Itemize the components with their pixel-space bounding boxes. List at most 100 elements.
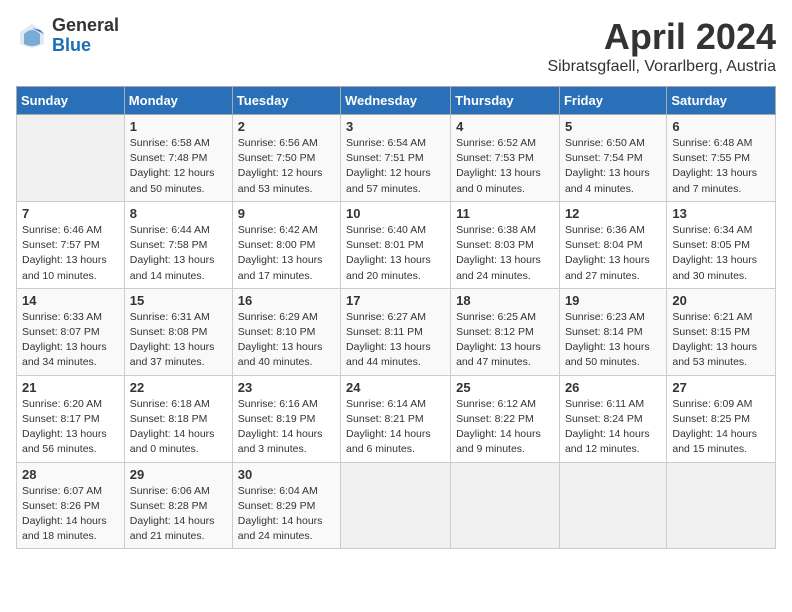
day-detail: Sunrise: 6:11 AM Sunset: 8:24 PM Dayligh…	[565, 397, 661, 458]
day-detail: Sunrise: 6:09 AM Sunset: 8:25 PM Dayligh…	[672, 397, 770, 458]
day-cell: 15Sunrise: 6:31 AM Sunset: 8:08 PM Dayli…	[124, 288, 232, 375]
day-detail: Sunrise: 6:44 AM Sunset: 7:58 PM Dayligh…	[130, 223, 227, 284]
logo-general-text: General	[52, 16, 119, 36]
day-cell: 13Sunrise: 6:34 AM Sunset: 8:05 PM Dayli…	[667, 201, 776, 288]
header-cell-wednesday: Wednesday	[341, 87, 451, 115]
day-detail: Sunrise: 6:38 AM Sunset: 8:03 PM Dayligh…	[456, 223, 554, 284]
day-detail: Sunrise: 6:21 AM Sunset: 8:15 PM Dayligh…	[672, 310, 770, 371]
week-row-2: 7 Sunrise: 6:46 AM Sunset: 7:57 PM Daylig…	[17, 201, 776, 288]
day-detail: Sunrise: 6:25 AM Sunset: 8:12 PM Dayligh…	[456, 310, 554, 371]
day-detail: Sunrise: 6:54 AM Sunset: 7:51 PM Dayligh…	[346, 136, 445, 197]
week-row-1: 1 Sunrise: 6:58 AM Sunset: 7:48 PM Daylig…	[17, 115, 776, 202]
day-number: 24	[346, 380, 445, 395]
day-cell: 21 Sunrise: 6:20 AM Sunset: 8:17 PM Dayli…	[17, 375, 125, 462]
day-number: 1	[130, 119, 227, 134]
day-cell: 23 Sunrise: 6:16 AM Sunset: 8:19 PM Dayli…	[232, 375, 340, 462]
day-number: 13	[672, 206, 770, 221]
day-number: 28	[22, 467, 119, 482]
header-cell-tuesday: Tuesday	[232, 87, 340, 115]
day-detail: Sunrise: 6:27 AM Sunset: 8:11 PM Dayligh…	[346, 310, 445, 371]
day-number: 8	[130, 206, 227, 221]
day-number: 23	[238, 380, 335, 395]
day-cell: 14Sunrise: 6:33 AM Sunset: 8:07 PM Dayli…	[17, 288, 125, 375]
week-row-5: 28 Sunrise: 6:07 AM Sunset: 8:26 PM Dayli…	[17, 462, 776, 549]
day-number: 9	[238, 206, 335, 221]
day-cell: 16 Sunrise: 6:29 AM Sunset: 8:10 PM Dayli…	[232, 288, 340, 375]
day-cell: 11 Sunrise: 6:38 AM Sunset: 8:03 PM Dayli…	[451, 201, 560, 288]
day-cell: 5 Sunrise: 6:50 AM Sunset: 7:54 PM Daylig…	[559, 115, 666, 202]
day-number: 19	[565, 293, 661, 308]
day-cell: 18Sunrise: 6:25 AM Sunset: 8:12 PM Dayli…	[451, 288, 560, 375]
header-cell-sunday: Sunday	[17, 87, 125, 115]
day-cell: 9 Sunrise: 6:42 AM Sunset: 8:00 PM Daylig…	[232, 201, 340, 288]
day-detail: Sunrise: 6:16 AM Sunset: 8:19 PM Dayligh…	[238, 397, 335, 458]
header-cell-monday: Monday	[124, 87, 232, 115]
day-number: 5	[565, 119, 661, 134]
day-number: 12	[565, 206, 661, 221]
day-cell: 20Sunrise: 6:21 AM Sunset: 8:15 PM Dayli…	[667, 288, 776, 375]
day-detail: Sunrise: 6:50 AM Sunset: 7:54 PM Dayligh…	[565, 136, 661, 197]
day-number: 29	[130, 467, 227, 482]
day-cell: 28 Sunrise: 6:07 AM Sunset: 8:26 PM Dayli…	[17, 462, 125, 549]
day-cell: 4Sunrise: 6:52 AM Sunset: 7:53 PM Daylig…	[451, 115, 560, 202]
day-detail: Sunrise: 6:56 AM Sunset: 7:50 PM Dayligh…	[238, 136, 335, 197]
day-number: 25	[456, 380, 554, 395]
calendar-subtitle: Sibratsgfaell, Vorarlberg, Austria	[547, 58, 776, 76]
day-number: 2	[238, 119, 335, 134]
calendar-body: 1 Sunrise: 6:58 AM Sunset: 7:48 PM Daylig…	[17, 115, 776, 549]
day-cell: 26 Sunrise: 6:11 AM Sunset: 8:24 PM Dayli…	[559, 375, 666, 462]
day-cell: 17Sunrise: 6:27 AM Sunset: 8:11 PM Dayli…	[341, 288, 451, 375]
day-cell	[17, 115, 125, 202]
day-detail: Sunrise: 6:06 AM Sunset: 8:28 PM Dayligh…	[130, 484, 227, 545]
day-detail: Sunrise: 6:33 AM Sunset: 8:07 PM Dayligh…	[22, 310, 119, 371]
day-number: 11	[456, 206, 554, 221]
day-cell: 2 Sunrise: 6:56 AM Sunset: 7:50 PM Daylig…	[232, 115, 340, 202]
day-detail: Sunrise: 6:23 AM Sunset: 8:14 PM Dayligh…	[565, 310, 661, 371]
day-cell: 30Sunrise: 6:04 AM Sunset: 8:29 PM Dayli…	[232, 462, 340, 549]
day-number: 6	[672, 119, 770, 134]
day-cell	[451, 462, 560, 549]
day-number: 10	[346, 206, 445, 221]
header-row: SundayMondayTuesdayWednesdayThursdayFrid…	[17, 87, 776, 115]
header-cell-friday: Friday	[559, 87, 666, 115]
week-row-4: 21 Sunrise: 6:20 AM Sunset: 8:17 PM Dayli…	[17, 375, 776, 462]
day-number: 4	[456, 119, 554, 134]
day-number: 16	[238, 293, 335, 308]
day-detail: Sunrise: 6:40 AM Sunset: 8:01 PM Dayligh…	[346, 223, 445, 284]
day-detail: Sunrise: 6:31 AM Sunset: 8:08 PM Dayligh…	[130, 310, 227, 371]
day-cell: 22Sunrise: 6:18 AM Sunset: 8:18 PM Dayli…	[124, 375, 232, 462]
day-detail: Sunrise: 6:29 AM Sunset: 8:10 PM Dayligh…	[238, 310, 335, 371]
day-detail: Sunrise: 6:46 AM Sunset: 7:57 PM Dayligh…	[22, 223, 119, 284]
day-detail: Sunrise: 6:58 AM Sunset: 7:48 PM Dayligh…	[130, 136, 227, 197]
logo-text: General Blue	[52, 16, 119, 56]
day-detail: Sunrise: 6:07 AM Sunset: 8:26 PM Dayligh…	[22, 484, 119, 545]
day-detail: Sunrise: 6:04 AM Sunset: 8:29 PM Dayligh…	[238, 484, 335, 545]
day-cell: 24 Sunrise: 6:14 AM Sunset: 8:21 PM Dayli…	[341, 375, 451, 462]
day-cell: 25 Sunrise: 6:12 AM Sunset: 8:22 PM Dayli…	[451, 375, 560, 462]
calendar-table: SundayMondayTuesdayWednesdayThursdayFrid…	[16, 86, 776, 549]
day-number: 3	[346, 119, 445, 134]
calendar-header: SundayMondayTuesdayWednesdayThursdayFrid…	[17, 87, 776, 115]
day-cell: 19 Sunrise: 6:23 AM Sunset: 8:14 PM Dayli…	[559, 288, 666, 375]
day-number: 27	[672, 380, 770, 395]
calendar-title: April 2024	[547, 16, 776, 58]
logo-icon	[16, 20, 48, 52]
day-cell: 29 Sunrise: 6:06 AM Sunset: 8:28 PM Dayli…	[124, 462, 232, 549]
day-detail: Sunrise: 6:12 AM Sunset: 8:22 PM Dayligh…	[456, 397, 554, 458]
day-cell: 1 Sunrise: 6:58 AM Sunset: 7:48 PM Daylig…	[124, 115, 232, 202]
day-number: 7	[22, 206, 119, 221]
day-detail: Sunrise: 6:14 AM Sunset: 8:21 PM Dayligh…	[346, 397, 445, 458]
header-cell-thursday: Thursday	[451, 87, 560, 115]
title-block: April 2024 Sibratsgfaell, Vorarlberg, Au…	[547, 16, 776, 76]
day-detail: Sunrise: 6:42 AM Sunset: 8:00 PM Dayligh…	[238, 223, 335, 284]
week-row-3: 14Sunrise: 6:33 AM Sunset: 8:07 PM Dayli…	[17, 288, 776, 375]
day-number: 22	[130, 380, 227, 395]
day-cell: 3 Sunrise: 6:54 AM Sunset: 7:51 PM Daylig…	[341, 115, 451, 202]
day-cell: 8 Sunrise: 6:44 AM Sunset: 7:58 PM Daylig…	[124, 201, 232, 288]
day-cell: 10 Sunrise: 6:40 AM Sunset: 8:01 PM Dayli…	[341, 201, 451, 288]
day-cell	[341, 462, 451, 549]
day-number: 26	[565, 380, 661, 395]
day-detail: Sunrise: 6:20 AM Sunset: 8:17 PM Dayligh…	[22, 397, 119, 458]
page-header: General Blue April 2024 Sibratsgfaell, V…	[16, 16, 776, 76]
day-number: 21	[22, 380, 119, 395]
